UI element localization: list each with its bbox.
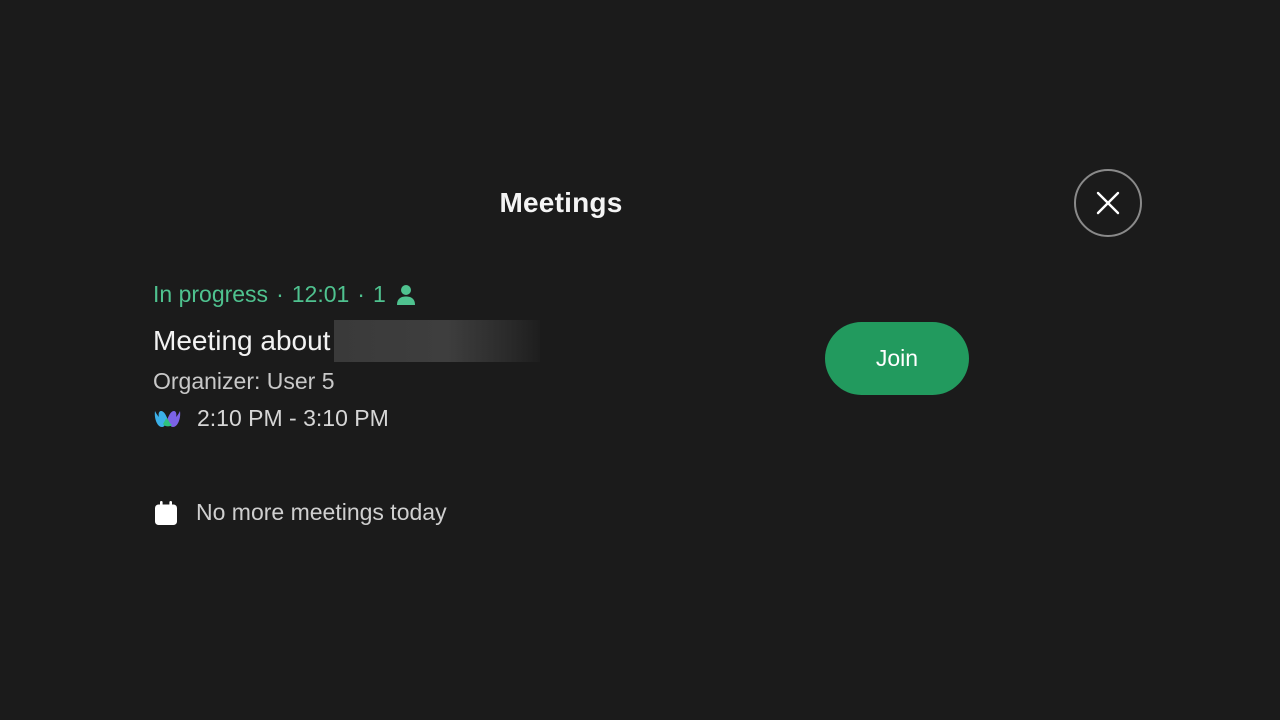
webex-icon	[153, 408, 182, 430]
meeting-time-line: 2:10 PM - 3:10 PM	[153, 405, 389, 432]
meeting-title: Meeting about	[153, 320, 541, 362]
meetings-screen: Meetings In progress · 12:01 · 1 Meeting…	[0, 0, 1280, 720]
join-button[interactable]: Join	[825, 322, 969, 395]
close-button[interactable]	[1074, 169, 1142, 237]
page-title: Meetings	[499, 187, 623, 218]
separator: ·	[276, 281, 284, 307]
participant-count: 1	[372, 281, 386, 307]
meeting-status: In progress	[153, 281, 269, 307]
redacted-title-block	[334, 320, 541, 362]
meeting-title-text: Meeting about	[153, 325, 331, 356]
meeting-organizer: Organizer: User 5	[153, 368, 335, 394]
no-more-meetings-text: No more meetings today	[196, 499, 447, 525]
meeting-elapsed-time: 12:01	[291, 281, 350, 307]
separator: ·	[357, 281, 365, 307]
meeting-time-range: 2:10 PM - 3:10 PM	[197, 405, 389, 431]
no-more-meetings-notice: No more meetings today	[154, 499, 447, 526]
calendar-icon	[154, 500, 178, 526]
meeting-status-line: In progress · 12:01 · 1	[153, 281, 416, 308]
person-icon	[396, 284, 416, 306]
close-icon	[1095, 190, 1121, 216]
